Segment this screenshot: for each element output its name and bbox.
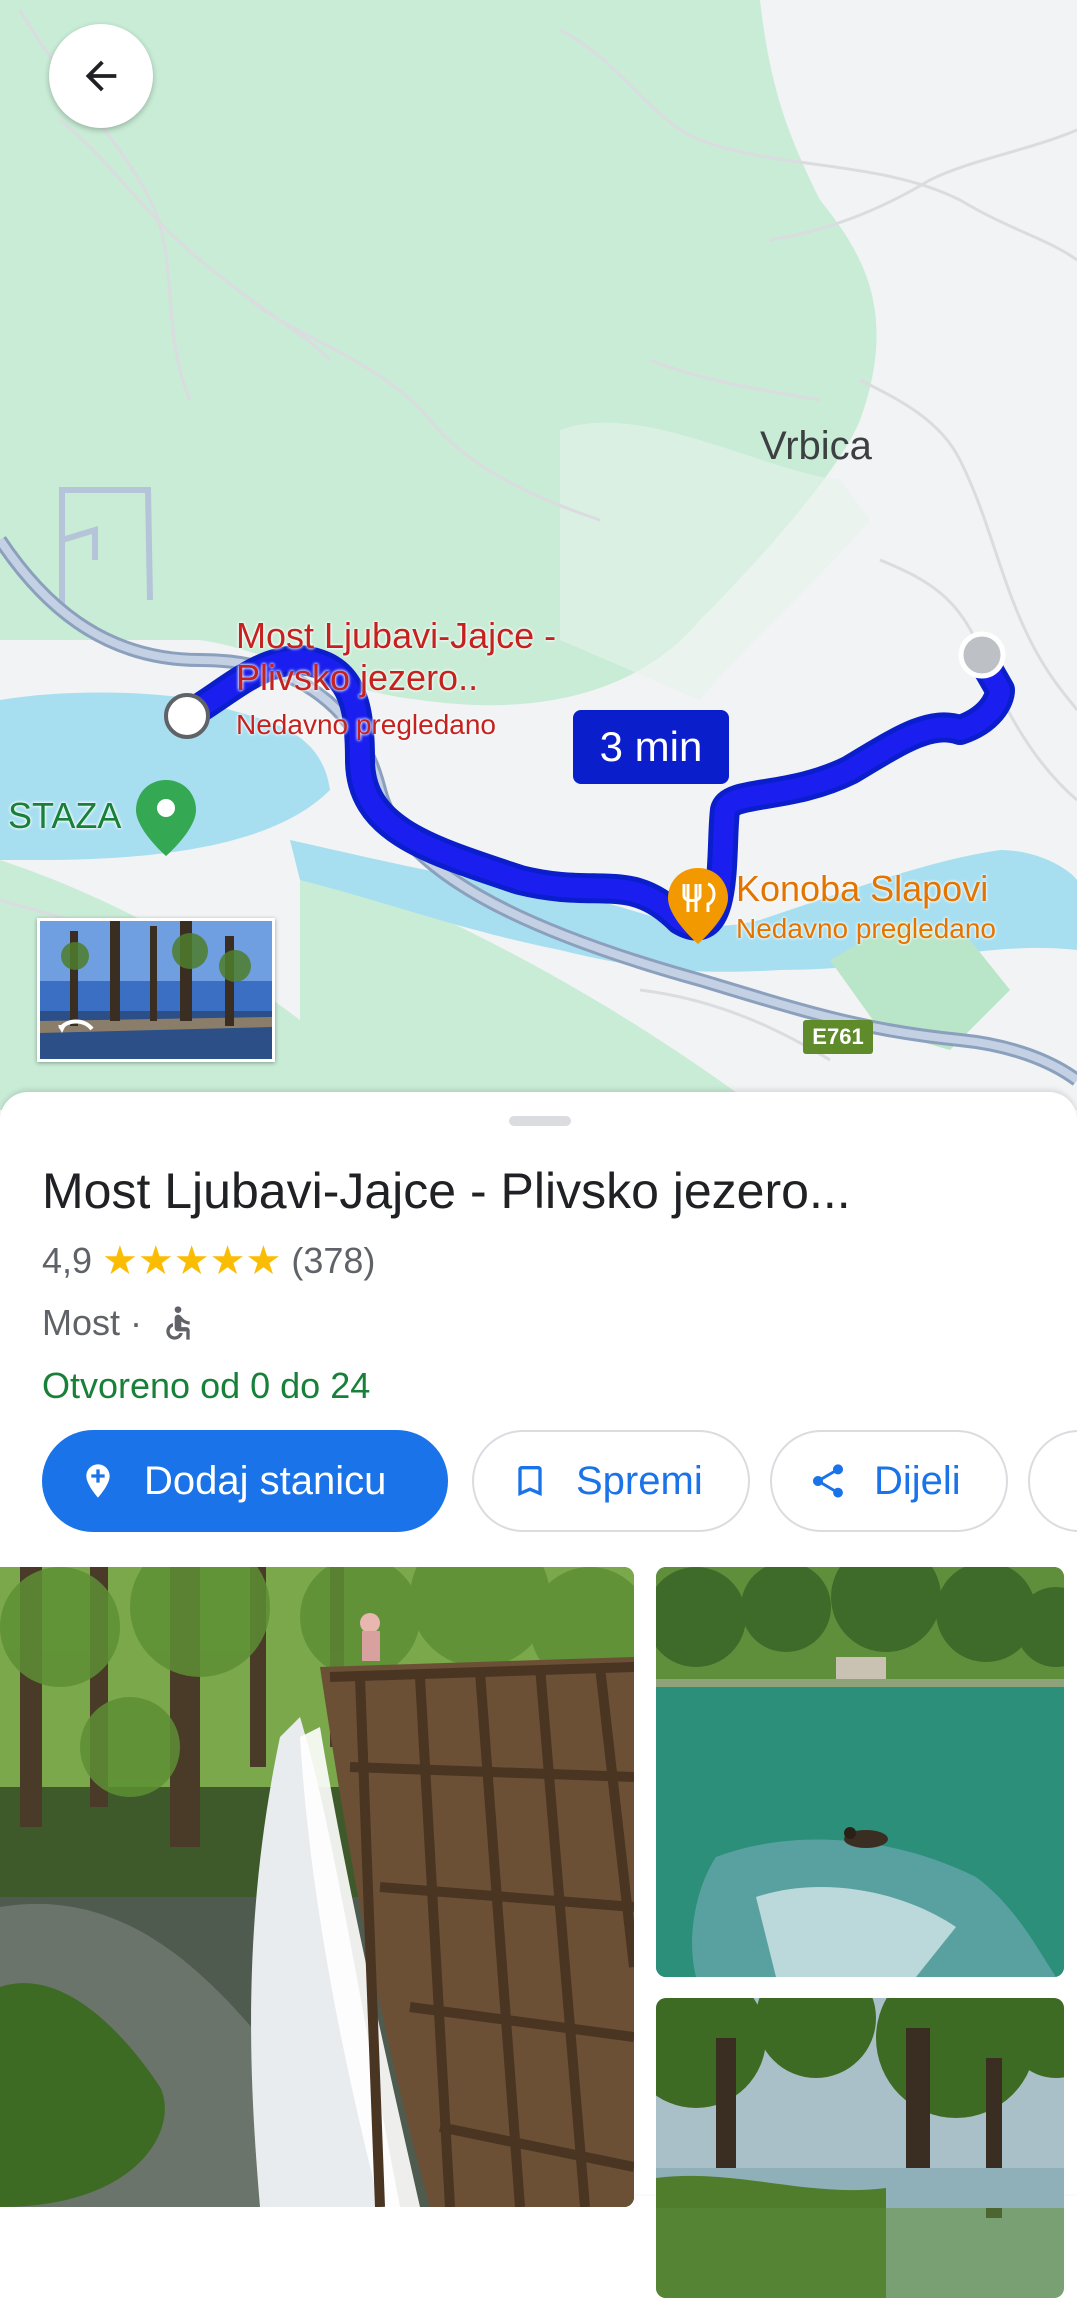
star-icon: ★ [137,1239,174,1283]
drag-handle[interactable] [509,1116,571,1126]
star-icon: ★ [173,1239,210,1283]
rating-row[interactable]: 4,9 ★ ★ ★ ★ ★ (378) [42,1240,375,1282]
place-details-sheet[interactable]: Most Ljubavi-Jajce - Plivsko jezero... 4… [0,1092,1077,2298]
place-category: Most · [42,1302,153,1343]
trail-pin-label[interactable]: STAZA [8,795,121,837]
photo-lake[interactable] [656,1567,1064,1977]
add-stop-button[interactable]: Dodaj stanicu [42,1430,448,1532]
restaurant-pin-label[interactable]: Konoba Slapovi [736,868,988,910]
road-label: E761 [803,1020,873,1054]
place-pin-label[interactable]: Most Ljubavi-Jajce - Plivsko jezero.. [236,615,576,699]
opening-hours[interactable]: Otvoreno od 0 do 24 [42,1365,370,1407]
share-icon [806,1459,850,1503]
category-row: Most · [42,1302,198,1344]
street-view-thumbnail[interactable] [37,918,275,1062]
share-label: Dijeli [874,1458,961,1503]
review-count: (378) [291,1240,376,1281]
photo-forest[interactable] [656,1998,1064,2298]
share-button[interactable]: Dijeli [770,1430,1008,1532]
photo-waterfall-bridge[interactable] [0,1567,634,2207]
wheelchair-icon [166,1306,190,1340]
save-label: Spremi [576,1458,703,1503]
place-pin-status: Nedavno pregledano [236,709,496,740]
save-button[interactable]: Spremi [472,1430,750,1532]
plus-icon [1068,1459,1077,1503]
more-actions-button[interactable] [1028,1430,1077,1532]
add-location-icon [76,1459,120,1503]
add-stop-label: Dodaj stanicu [144,1458,387,1503]
map-town-label: Vrbica [760,424,872,468]
place-title: Most Ljubavi-Jajce - Plivsko jezero... [42,1163,851,1219]
back-button[interactable] [49,24,153,128]
rating-value: 4,9 [42,1240,93,1281]
arrow-left-icon [85,60,117,92]
star-rating: ★ ★ ★ ★ ★ [102,1241,281,1281]
bookmark-icon [508,1459,552,1503]
route-end-marker [958,631,1006,679]
action-buttons: Dodaj stanicu Spremi Dijeli [42,1430,1077,1536]
restaurant-pin-status: Nedavno pregledano [736,913,996,944]
star-icon: ★ [209,1239,246,1283]
route-time-badge: 3 min [573,710,729,784]
star-icon: ★ [102,1239,138,1283]
star-icon: ★ [245,1239,282,1283]
map-view[interactable]: Vrbica Most Ljubavi-Jajce - Plivsko jeze… [0,0,1077,1110]
route-start-marker [164,693,210,739]
